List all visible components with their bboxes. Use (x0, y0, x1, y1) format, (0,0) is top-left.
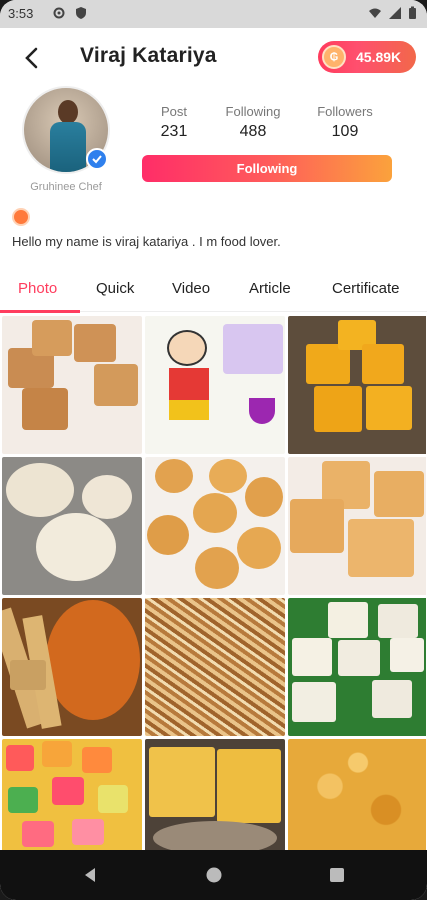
stat-followers[interactable]: Followers 109 (300, 104, 390, 141)
status-bar: 3:53 (0, 0, 427, 28)
stat-label: Followers (317, 104, 373, 119)
app-screen: 3:53 Viraj Katariya ₲ 45.89K Gruhinee Ch… (0, 0, 427, 900)
wifi-icon (369, 8, 381, 18)
signal-icon (389, 7, 401, 19)
tab-certificate[interactable]: Certificate (332, 280, 400, 297)
photo-thumbnail[interactable] (145, 457, 285, 595)
status-icons (368, 6, 417, 20)
coins-value: 45.89K (356, 49, 402, 65)
nav-back-icon[interactable] (82, 867, 98, 883)
photo-thumbnail[interactable] (2, 457, 142, 595)
stat-label: Following (225, 104, 281, 119)
tab-video[interactable]: Video (172, 280, 210, 297)
photo-thumbnail[interactable] (145, 739, 285, 850)
nav-recents-icon[interactable] (329, 867, 345, 883)
battery-icon (409, 6, 416, 19)
photo-thumbnail[interactable] (2, 598, 142, 736)
badge-icon (12, 208, 30, 226)
status-time: 3:53 (8, 6, 34, 21)
tab-indicator (0, 310, 80, 313)
stat-label: Post (160, 104, 187, 119)
nav-home-icon[interactable] (205, 866, 223, 884)
shield-icon (76, 7, 86, 19)
tab-photo[interactable]: Photo (18, 280, 57, 297)
photo-thumbnail[interactable] (2, 316, 142, 454)
settings-icon (53, 7, 65, 19)
back-arrow-icon (25, 47, 38, 69)
photo-grid (2, 316, 426, 850)
photo-thumbnail[interactable] (145, 598, 285, 736)
stat-value: 488 (239, 123, 267, 140)
content-tabs: Photo Quick Video Article Certificate (0, 270, 427, 312)
stat-following[interactable]: Following 488 (208, 104, 298, 141)
photo-thumbnail[interactable] (288, 316, 426, 454)
profile-name: Viraj Katariya (80, 44, 217, 67)
verified-badge-icon (86, 148, 108, 170)
following-button[interactable]: Following (142, 155, 392, 182)
tab-article[interactable]: Article (249, 280, 291, 297)
coins-badge[interactable]: ₲ 45.89K (318, 41, 416, 73)
profile-role: Gruhinee Chef (30, 181, 102, 193)
tab-quick[interactable]: Quick (96, 280, 134, 297)
photo-thumbnail[interactable] (145, 316, 285, 454)
stat-posts[interactable]: Post 231 (129, 104, 219, 141)
stat-value: 109 (331, 123, 359, 140)
profile-bio: Hello my name is viraj katariya . I m fo… (12, 234, 281, 249)
back-button[interactable] (18, 44, 46, 72)
photo-thumbnail[interactable] (288, 739, 426, 850)
photo-thumbnail[interactable] (2, 739, 142, 850)
coin-icon: ₲ (322, 45, 346, 69)
photo-thumbnail[interactable] (288, 598, 426, 736)
photo-thumbnail[interactable] (288, 457, 426, 595)
system-nav-bar (0, 850, 427, 900)
stat-value: 231 (160, 123, 188, 140)
